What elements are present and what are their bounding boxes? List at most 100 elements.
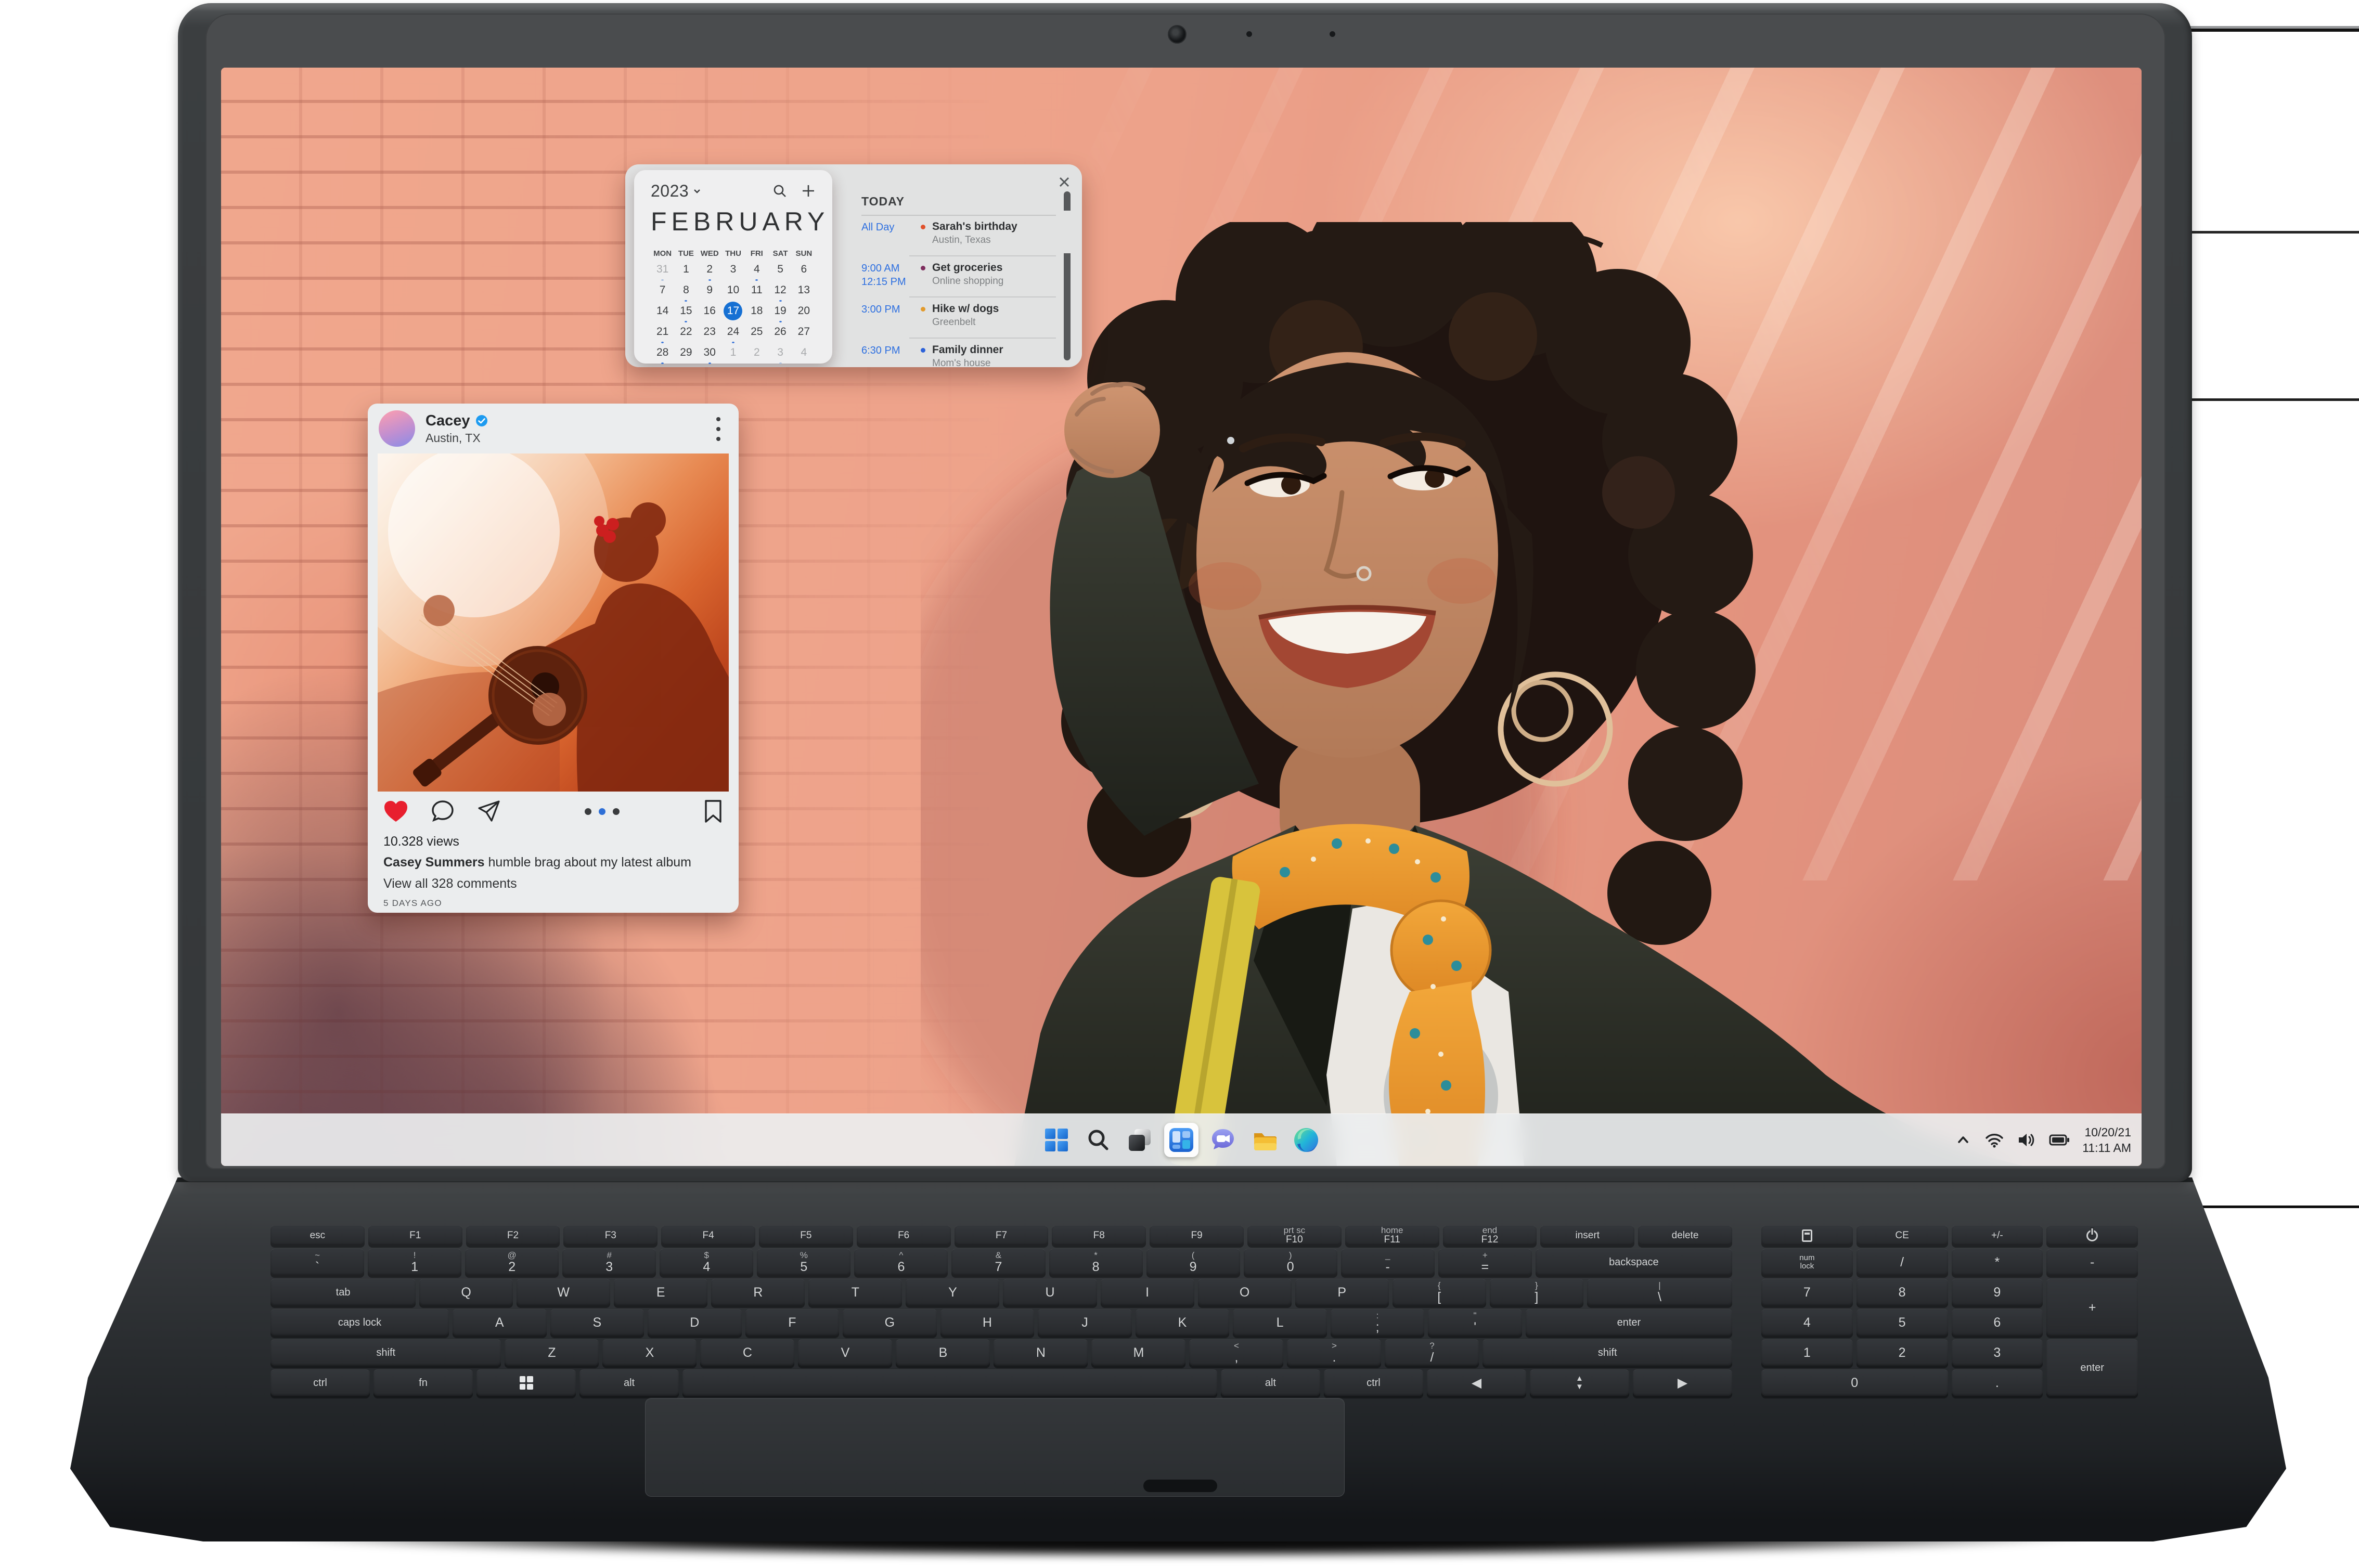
search-icon[interactable]	[772, 183, 788, 199]
key-4[interactable]: 4	[1761, 1309, 1853, 1336]
key-1[interactable]: !1	[368, 1249, 461, 1275]
calendar-day[interactable]: 7	[651, 281, 674, 302]
key-ctrl[interactable]: ctrl	[1324, 1369, 1423, 1396]
taskbar-edge-button[interactable]	[1289, 1123, 1323, 1157]
key-tab[interactable]: tab	[270, 1279, 416, 1305]
key-r[interactable]: R	[711, 1279, 805, 1305]
key--[interactable]: _-	[1341, 1249, 1435, 1275]
key-◀[interactable]: ◀	[1427, 1369, 1526, 1396]
key-▶[interactable]: ▶	[1633, 1369, 1732, 1396]
key-5[interactable]: %5	[757, 1249, 850, 1275]
calendar-day[interactable]: 9	[698, 281, 721, 302]
calendar-day[interactable]: 15	[674, 302, 698, 322]
calendar-day[interactable]: 4	[745, 260, 768, 281]
calendar-day[interactable]: 10	[721, 281, 745, 302]
key-x[interactable]: X	[602, 1339, 697, 1366]
post-caption-author[interactable]: Casey Summers	[383, 855, 485, 870]
key-9[interactable]: 9	[1952, 1279, 2043, 1305]
calendar-day[interactable]: 11	[745, 281, 768, 302]
key-num-lock[interactable]: numlock	[1761, 1249, 1853, 1275]
key-o[interactable]: O	[1198, 1279, 1292, 1305]
calendar-day[interactable]: 31	[651, 260, 674, 281]
key-backspace[interactable]: backspace	[1536, 1249, 1732, 1275]
calendar-day[interactable]: 25	[745, 322, 768, 343]
key-5[interactable]: 5	[1857, 1309, 1948, 1336]
key-g[interactable]: G	[843, 1309, 937, 1336]
agenda-event[interactable]: 3:00 PMHike w/ dogsGreenbelt	[861, 296, 1056, 338]
key-7[interactable]: 7	[1761, 1279, 1853, 1305]
key-f7[interactable]: F7	[955, 1225, 1049, 1245]
calendar-day[interactable]: 2	[698, 260, 721, 281]
calendar-day[interactable]: 8	[674, 281, 698, 302]
calendar-day[interactable]: 13	[792, 281, 816, 302]
calendar-day[interactable]: 24	[721, 322, 745, 343]
key-win[interactable]	[476, 1369, 576, 1396]
taskbar-widgets-button[interactable]	[1164, 1123, 1198, 1157]
key-shift[interactable]: shift	[270, 1339, 501, 1366]
key-calc[interactable]	[1761, 1225, 1853, 1245]
calendar-day[interactable]: 3	[768, 343, 792, 364]
key-2[interactable]: @2	[465, 1249, 559, 1275]
calendar-day[interactable]: 6	[792, 260, 816, 281]
key-f6[interactable]: F6	[857, 1225, 951, 1245]
key-1[interactable]: 1	[1761, 1339, 1853, 1366]
calendar-day[interactable]: 19	[768, 302, 792, 322]
calendar-day[interactable]: 23	[698, 322, 721, 343]
key-power[interactable]	[2046, 1225, 2138, 1245]
key-3[interactable]: 3	[1952, 1339, 2043, 1366]
key-z[interactable]: Z	[505, 1339, 599, 1366]
key-a[interactable]: A	[453, 1309, 547, 1336]
key-f9[interactable]: F9	[1150, 1225, 1244, 1245]
key-i[interactable]: I	[1101, 1279, 1194, 1305]
key-c[interactable]: C	[700, 1339, 794, 1366]
key-h[interactable]: H	[940, 1309, 1035, 1336]
key-'[interactable]: "'	[1428, 1309, 1522, 1336]
calendar-day[interactable]: 4	[792, 343, 816, 364]
calendar-day[interactable]: 3	[721, 260, 745, 281]
key-k[interactable]: K	[1136, 1309, 1230, 1336]
agenda-event[interactable]: All DaySarah's birthdayAustin, Texas	[861, 214, 1056, 255]
key-0[interactable]: 0	[1761, 1369, 1948, 1396]
key-3[interactable]: #3	[562, 1249, 656, 1275]
calendar-day[interactable]: 20	[792, 302, 816, 322]
tray-clock[interactable]: 10/20/21 11:11 AM	[2082, 1124, 2131, 1156]
calendar-year-selector[interactable]: 2023	[651, 182, 689, 201]
like-icon[interactable]	[383, 800, 408, 823]
key-v[interactable]: V	[798, 1339, 892, 1366]
key--[interactable]: -	[2046, 1249, 2138, 1275]
key-4[interactable]: $4	[660, 1249, 753, 1275]
key-ce[interactable]: CE	[1857, 1225, 1948, 1245]
key-.[interactable]: >.	[1287, 1339, 1381, 1366]
agenda-event[interactable]: 9:00 AM12:15 PMGet groceriesOnline shopp…	[861, 255, 1056, 296]
key-b[interactable]: B	[896, 1339, 990, 1366]
calendar-day[interactable]: 26	[768, 322, 792, 343]
agenda-scrollbar[interactable]	[1064, 191, 1071, 360]
calendar-day[interactable]: 5	[768, 260, 792, 281]
calendar-day[interactable]: 29	[674, 343, 698, 364]
key-enter[interactable]: enter	[2046, 1339, 2138, 1396]
calendar-day[interactable]: 27	[792, 322, 816, 343]
calendar-day[interactable]: 22	[674, 322, 698, 343]
add-event-icon[interactable]	[801, 184, 816, 198]
agenda-event[interactable]: 6:30 PMFamily dinnerMom's house	[861, 338, 1056, 367]
share-icon[interactable]	[477, 800, 501, 823]
taskbar-chat-button[interactable]	[1206, 1123, 1240, 1157]
key-f8[interactable]: F8	[1052, 1225, 1146, 1245]
key-t[interactable]: T	[808, 1279, 902, 1305]
key-0[interactable]: )0	[1244, 1249, 1337, 1275]
post-location[interactable]: Austin, TX	[426, 431, 488, 445]
post-username[interactable]: Cacey	[426, 412, 470, 430]
calendar-day[interactable]: 30	[698, 343, 721, 364]
key-8[interactable]: 8	[1857, 1279, 1948, 1305]
key-2[interactable]: 2	[1857, 1339, 1948, 1366]
key-f10[interactable]: prt scF10	[1247, 1225, 1342, 1245]
key-delete[interactable]: delete	[1638, 1225, 1732, 1245]
key-[[interactable]: {[	[1393, 1279, 1486, 1305]
key-f4[interactable]: F4	[661, 1225, 755, 1245]
key-][interactable]: }]	[1490, 1279, 1583, 1305]
key-y[interactable]: Y	[906, 1279, 999, 1305]
key-alt[interactable]: alt	[579, 1369, 679, 1396]
key-,[interactable]: <,	[1189, 1339, 1283, 1366]
key-=[interactable]: +=	[1438, 1249, 1532, 1275]
key-▲-▼[interactable]: ▲▼	[1530, 1369, 1629, 1396]
